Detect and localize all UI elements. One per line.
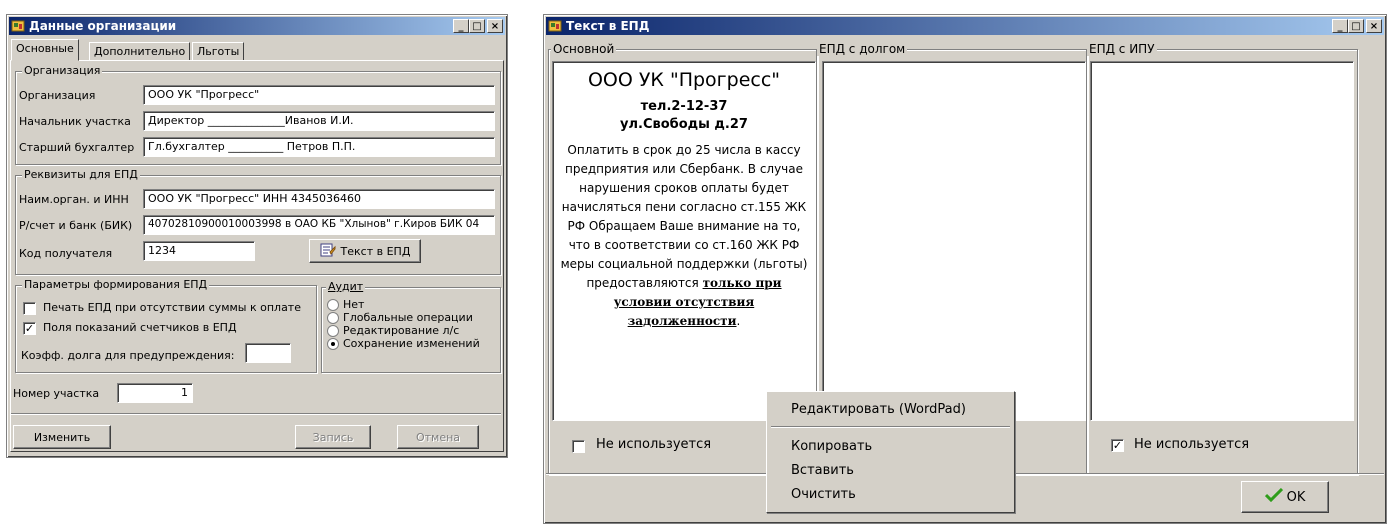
tab-additional[interactable]: Дополнительно (89, 42, 191, 61)
divider (11, 413, 501, 415)
accountant-field[interactable]: Гл.бухгалтер __________ Петров П.П. (143, 137, 495, 157)
org-name-text: ООО УК "Прогресс" (587, 69, 781, 91)
tab-main[interactable]: Основные (11, 39, 79, 61)
print-no-sum-checkbox[interactable] (23, 302, 36, 315)
menu-item-edit-wordpad[interactable]: Редактировать (WordPad) (791, 402, 966, 417)
accountant-label: Старший бухгалтер (19, 141, 135, 154)
group-title: Организация (22, 64, 103, 77)
audit-save-changes-radio[interactable] (327, 338, 339, 350)
document-icon (320, 243, 336, 260)
org-inn-field[interactable]: ООО УК "Прогресс" ИНН 4345036460 (143, 189, 495, 209)
group-title: Параметры формирования ЕПД (22, 278, 210, 291)
main-unused-label: Не используется (596, 437, 712, 452)
audit-save-changes-label: Сохранение изменений (343, 337, 480, 350)
area-chief-label: Начальник участка (19, 115, 131, 128)
area-number-label: Номер участка (13, 387, 100, 400)
main-text-content: ООО УК "Прогресс" тел.2-12-37 ул.Свободы… (555, 68, 813, 331)
ok-button-label: OK (1286, 489, 1306, 505)
group-title: Реквизиты для ЕПД (22, 168, 140, 181)
address-text: ул.Свободы д.27 (620, 117, 748, 132)
menu-item-paste[interactable]: Вставить (791, 463, 854, 478)
meter-fields-label: Поля показаний счетчиков в ЕПД (43, 321, 237, 334)
audit-edit-account-radio[interactable] (327, 325, 339, 337)
meter-fields-checkbox[interactable]: ✓ (23, 322, 36, 335)
title-bar[interactable]: Текст в ЕПД _ □ × (546, 17, 1384, 35)
cancel-button[interactable]: Отмена (397, 425, 479, 449)
minimize-button[interactable]: _ (1332, 19, 1348, 33)
column-title: ЕПД с ИПУ (1087, 42, 1157, 56)
area-chief-field[interactable]: Директор ______________Иванов И.И. (143, 111, 495, 131)
close-button[interactable]: × (487, 19, 503, 33)
ok-button[interactable]: OK (1241, 481, 1329, 513)
debt-coef-label: Коэфф. долга для предупреждения: (21, 349, 235, 362)
audit-global-radio[interactable] (327, 312, 339, 324)
org-inn-label: Наим.орган. и ИНН (19, 193, 129, 206)
title-bar[interactable]: Данные организации _ □ × (9, 17, 505, 35)
main-text-panel[interactable]: ООО УК "Прогресс" тел.2-12-37 ул.Свободы… (552, 61, 816, 421)
epd-text-window: Текст в ЕПД _ □ × Основной ООО УК "Прогр… (543, 14, 1387, 524)
close-button[interactable]: × (1366, 19, 1382, 33)
org-data-window: Данные организации _ □ × Основные Дополн… (6, 14, 508, 458)
menu-item-clear[interactable]: Очистить (791, 487, 856, 502)
print-no-sum-label: Печать ЕПД при отсутствии суммы к оплате (43, 301, 301, 314)
tab-benefits[interactable]: Льготы (192, 42, 245, 61)
minimize-button[interactable]: _ (453, 19, 469, 33)
audit-none-label: Нет (343, 298, 365, 311)
check-icon (1264, 487, 1283, 506)
context-menu: Редактировать (WordPad) Копировать Встав… (766, 391, 1015, 513)
audit-edit-account-label: Редактирование л/с (343, 324, 460, 337)
menu-separator (771, 426, 1010, 428)
main-unused-checkbox[interactable] (572, 440, 585, 453)
body-text: Оплатить в срок до 25 числа в кассу пред… (560, 143, 808, 328)
recipient-code-field[interactable]: 1234 (143, 241, 255, 261)
maximize-button[interactable]: □ (1348, 19, 1364, 33)
maximize-button[interactable]: □ (469, 19, 485, 33)
group-title: Аудит (326, 280, 366, 293)
account-bank-field[interactable]: 40702810900010003998 в ОАО КБ "Хлынов" г… (143, 215, 495, 235)
save-button[interactable]: Запись (295, 425, 371, 449)
meter-text-panel[interactable] (1090, 61, 1354, 421)
change-button[interactable]: Изменить (13, 425, 111, 449)
window-title: Текст в ЕПД (566, 19, 650, 33)
account-bank-label: Р/счет и банк (БИК) (19, 219, 133, 232)
menu-item-copy[interactable]: Копировать (791, 439, 872, 454)
window-title: Данные организации (29, 19, 177, 33)
area-number-field[interactable]: 1 (117, 383, 193, 403)
debt-coef-field[interactable] (245, 343, 291, 363)
meter-unused-label: Не используется (1134, 437, 1250, 452)
audit-none-radio[interactable] (327, 299, 339, 311)
column-title: ЕПД с долгом (817, 42, 908, 56)
meter-unused-checkbox[interactable]: ✓ (1111, 439, 1124, 452)
app-icon (548, 19, 562, 33)
audit-global-label: Глобальные операции (343, 311, 473, 324)
epd-text-button[interactable]: Текст в ЕПД (309, 239, 421, 263)
debt-text-panel[interactable] (822, 61, 1086, 421)
phone-text: тел.2-12-37 (640, 99, 728, 114)
epd-text-button-label: Текст в ЕПД (340, 244, 411, 258)
column-title: Основной (551, 42, 617, 56)
app-icon (11, 19, 25, 33)
recipient-code-label: Код получателя (19, 247, 113, 260)
org-field[interactable]: ООО УК "Прогресс" (143, 85, 495, 105)
org-label: Организация (19, 89, 96, 102)
